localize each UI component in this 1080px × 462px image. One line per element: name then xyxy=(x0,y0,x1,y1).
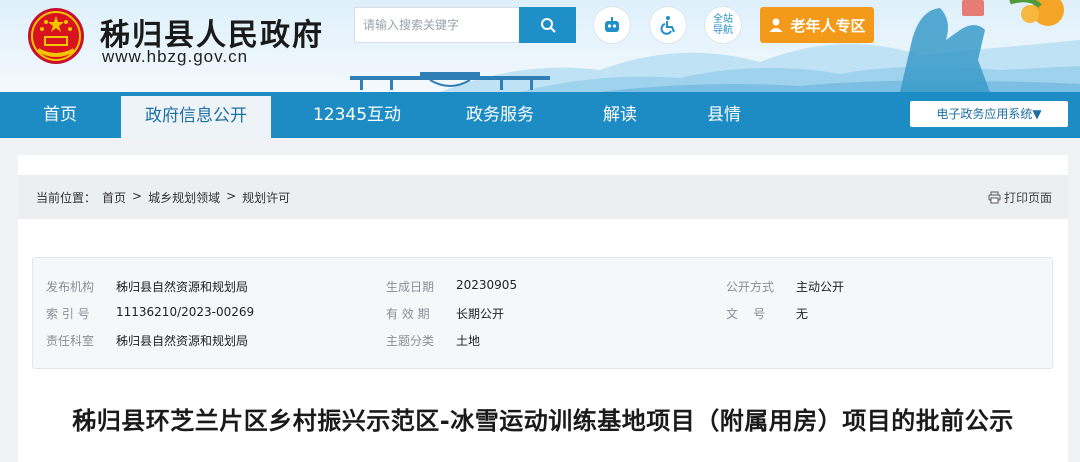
search-button[interactable] xyxy=(519,7,576,43)
meta-label-department: 责任科室 xyxy=(46,334,95,348)
meta-label-topic: 主题分类 xyxy=(386,334,435,348)
elder-zone-label: 老年人专区 xyxy=(790,16,866,35)
meta-value-doc-number: 无 xyxy=(796,307,809,321)
meta-value-validity: 长期公开 xyxy=(456,307,505,321)
breadcrumb-separator: > xyxy=(226,189,237,203)
meta-label-index: 索 引 号 xyxy=(46,307,90,321)
meta-label-publisher: 发布机构 xyxy=(46,280,95,294)
nav-item-county-info[interactable]: 县情 xyxy=(688,92,760,138)
breadcrumb-home[interactable]: 首页 xyxy=(102,189,126,206)
robot-icon xyxy=(605,17,619,32)
meta-value-topic: 土地 xyxy=(456,334,481,348)
search-box xyxy=(354,7,576,43)
wheelchair-icon xyxy=(660,16,675,35)
meta-label-date: 生成日期 xyxy=(386,280,435,294)
print-page-button[interactable]: 打印页面 xyxy=(988,189,1052,206)
breadcrumb-urban-planning[interactable]: 城乡规划领域 xyxy=(148,189,220,206)
meta-value-index: 11136210/2023-00269 xyxy=(116,305,255,319)
breadcrumb-prefix: 当前位置： xyxy=(36,191,97,205)
e-gov-systems-dropdown[interactable]: 电子政务应用系统▼ xyxy=(910,101,1068,127)
meta-label-disclosure-method: 公开方式 xyxy=(726,280,775,294)
site-url: www.hbzg.gov.cn xyxy=(102,47,249,66)
nav-item-12345[interactable]: 12345互动 xyxy=(298,92,416,138)
meta-value-disclosure-method: 主动公开 xyxy=(796,280,845,294)
nav-item-services[interactable]: 政务服务 xyxy=(450,92,550,138)
elder-zone-button[interactable]: 老年人专区 xyxy=(760,7,874,43)
breadcrumb-planning-permit[interactable]: 规划许可 xyxy=(242,189,290,206)
user-icon xyxy=(769,18,783,32)
meta-value-department: 秭归县自然资源和规划局 xyxy=(116,334,249,348)
robot-assistant-button[interactable] xyxy=(594,7,630,43)
nav-item-interpretation[interactable]: 解读 xyxy=(584,92,656,138)
meta-label-validity: 有 效 期 xyxy=(386,307,430,321)
article-title: 秭归县环芝兰片区乡村振兴示范区-冰雪运动训练基地项目（附属用房）项目的批前公示 xyxy=(72,407,1014,435)
site-navigation-button[interactable]: 全站 导航 xyxy=(705,7,741,43)
meta-value-date: 20230905 xyxy=(456,278,518,292)
nav-item-home[interactable]: 首页 xyxy=(16,92,104,138)
metadata-row: 索 引 号 11136210/2023-00269 有 效 期 长期公开 文 号… xyxy=(33,305,1052,325)
breadcrumb-separator: > xyxy=(132,189,143,203)
search-icon xyxy=(540,18,556,33)
metadata-row: 发布机构 秭归县自然资源和规划局 生成日期 20230905 公开方式 主动公开 xyxy=(33,278,1052,298)
bridge-illustration xyxy=(350,72,550,90)
header-banner: 秭归县人民政府 www.hbzg.gov.cn 全站 导航 xyxy=(0,0,1080,92)
national-emblem-logo xyxy=(28,8,84,64)
print-page-label: 打印页面 xyxy=(1003,191,1052,205)
nav-item-gov-info[interactable]: 政府信息公开 xyxy=(121,96,271,138)
breadcrumb-bar: 当前位置： 首页 > 城乡规划领域 > 规划许可 打印页面 xyxy=(18,175,1068,219)
accessibility-button[interactable] xyxy=(650,7,686,43)
meta-value-publisher: 秭归县自然资源和规划局 xyxy=(116,280,249,294)
breadcrumb: 当前位置： 首页 > 城乡规划领域 > 规划许可 xyxy=(36,189,290,206)
document-metadata: 发布机构 秭归县自然资源和规划局 生成日期 20230905 公开方式 主动公开… xyxy=(32,257,1053,369)
site-navigation-line2: 导航 xyxy=(713,25,733,36)
meta-label-doc-number: 文 号 xyxy=(726,307,766,321)
search-input[interactable] xyxy=(354,7,519,43)
metadata-row: 责任科室 秭归县自然资源和规划局 主题分类 土地 xyxy=(33,332,1052,352)
site-navigation-line1: 全站 xyxy=(713,14,733,25)
printer-icon xyxy=(988,191,1001,204)
content-card: 当前位置： 首页 > 城乡规划领域 > 规划许可 打印页面 发布机构 秭归县自然… xyxy=(18,155,1068,462)
